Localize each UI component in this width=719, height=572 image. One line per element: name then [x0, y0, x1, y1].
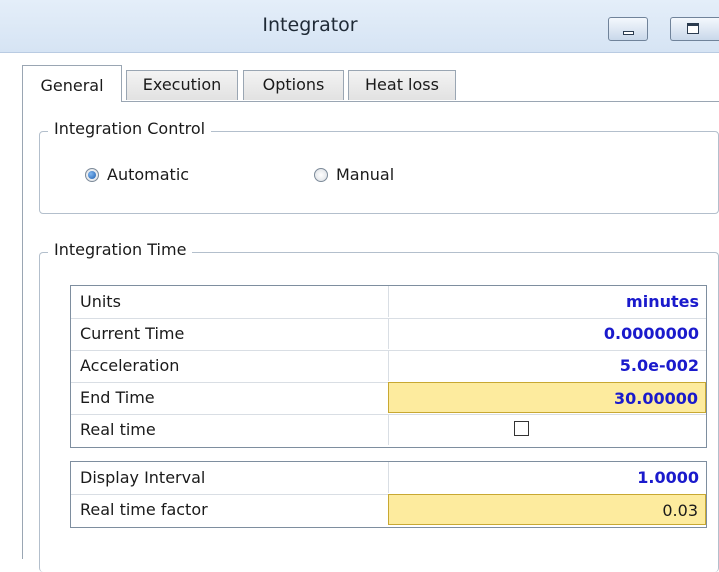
end-time-row: End Time 30.00000: [71, 382, 706, 415]
real-time-factor-input[interactable]: 0.03: [388, 494, 706, 525]
current-time-row: Current Time 0.0000000: [71, 318, 706, 351]
current-time-label: Current Time: [80, 324, 185, 343]
maximize-button[interactable]: [670, 17, 719, 41]
content-border: [22, 101, 23, 559]
tab-heat-loss[interactable]: Heat loss: [348, 70, 456, 100]
display-interval-row: Display Interval 1.0000: [71, 462, 706, 495]
end-time-input[interactable]: 30.00000: [388, 382, 706, 413]
acceleration-value: 5.0e-002: [388, 350, 706, 381]
units-row: Units minutes: [71, 286, 706, 319]
acceleration-row: Acceleration 5.0e-002: [71, 350, 706, 383]
minimize-icon: [623, 31, 634, 35]
real-time-checkbox[interactable]: [514, 421, 529, 436]
display-settings-grid: Display Interval 1.0000 Real time factor…: [70, 461, 707, 528]
minimize-button[interactable]: [608, 17, 648, 41]
integration-control-group: Integration Control Automatic Manual: [39, 119, 719, 214]
real-time-row: Real time: [71, 414, 706, 447]
acceleration-label: Acceleration: [80, 356, 180, 375]
real-time-label: Real time: [80, 420, 156, 439]
tab-execution[interactable]: Execution: [126, 70, 238, 100]
integration-time-legend: Integration Time: [48, 240, 193, 259]
integration-time-group: Integration Time Units minutes Current T…: [39, 240, 719, 572]
real-time-factor-row: Real time factor 0.03: [71, 494, 706, 527]
tab-divider: [22, 101, 719, 102]
current-time-value: 0.0000000: [388, 318, 706, 349]
title-bar: Integrator: [0, 0, 719, 53]
maximize-icon: [687, 23, 699, 34]
tab-options[interactable]: Options: [243, 70, 344, 100]
integration-control-legend: Integration Control: [48, 119, 212, 138]
automatic-label[interactable]: Automatic: [107, 165, 189, 184]
manual-label[interactable]: Manual: [336, 165, 394, 184]
units-label: Units: [80, 292, 121, 311]
automatic-radio[interactable]: [85, 168, 99, 182]
integration-time-grid: Units minutes Current Time 0.0000000 Acc…: [70, 285, 707, 448]
units-value[interactable]: minutes: [388, 286, 706, 317]
end-time-label: End Time: [80, 388, 155, 407]
window-title: Integrator: [262, 14, 358, 36]
manual-radio[interactable]: [314, 168, 328, 182]
display-interval-value[interactable]: 1.0000: [388, 462, 706, 493]
real-time-cell: [388, 414, 706, 445]
real-time-factor-label: Real time factor: [80, 500, 208, 519]
display-interval-label: Display Interval: [80, 468, 206, 487]
tab-general[interactable]: General: [22, 65, 122, 102]
